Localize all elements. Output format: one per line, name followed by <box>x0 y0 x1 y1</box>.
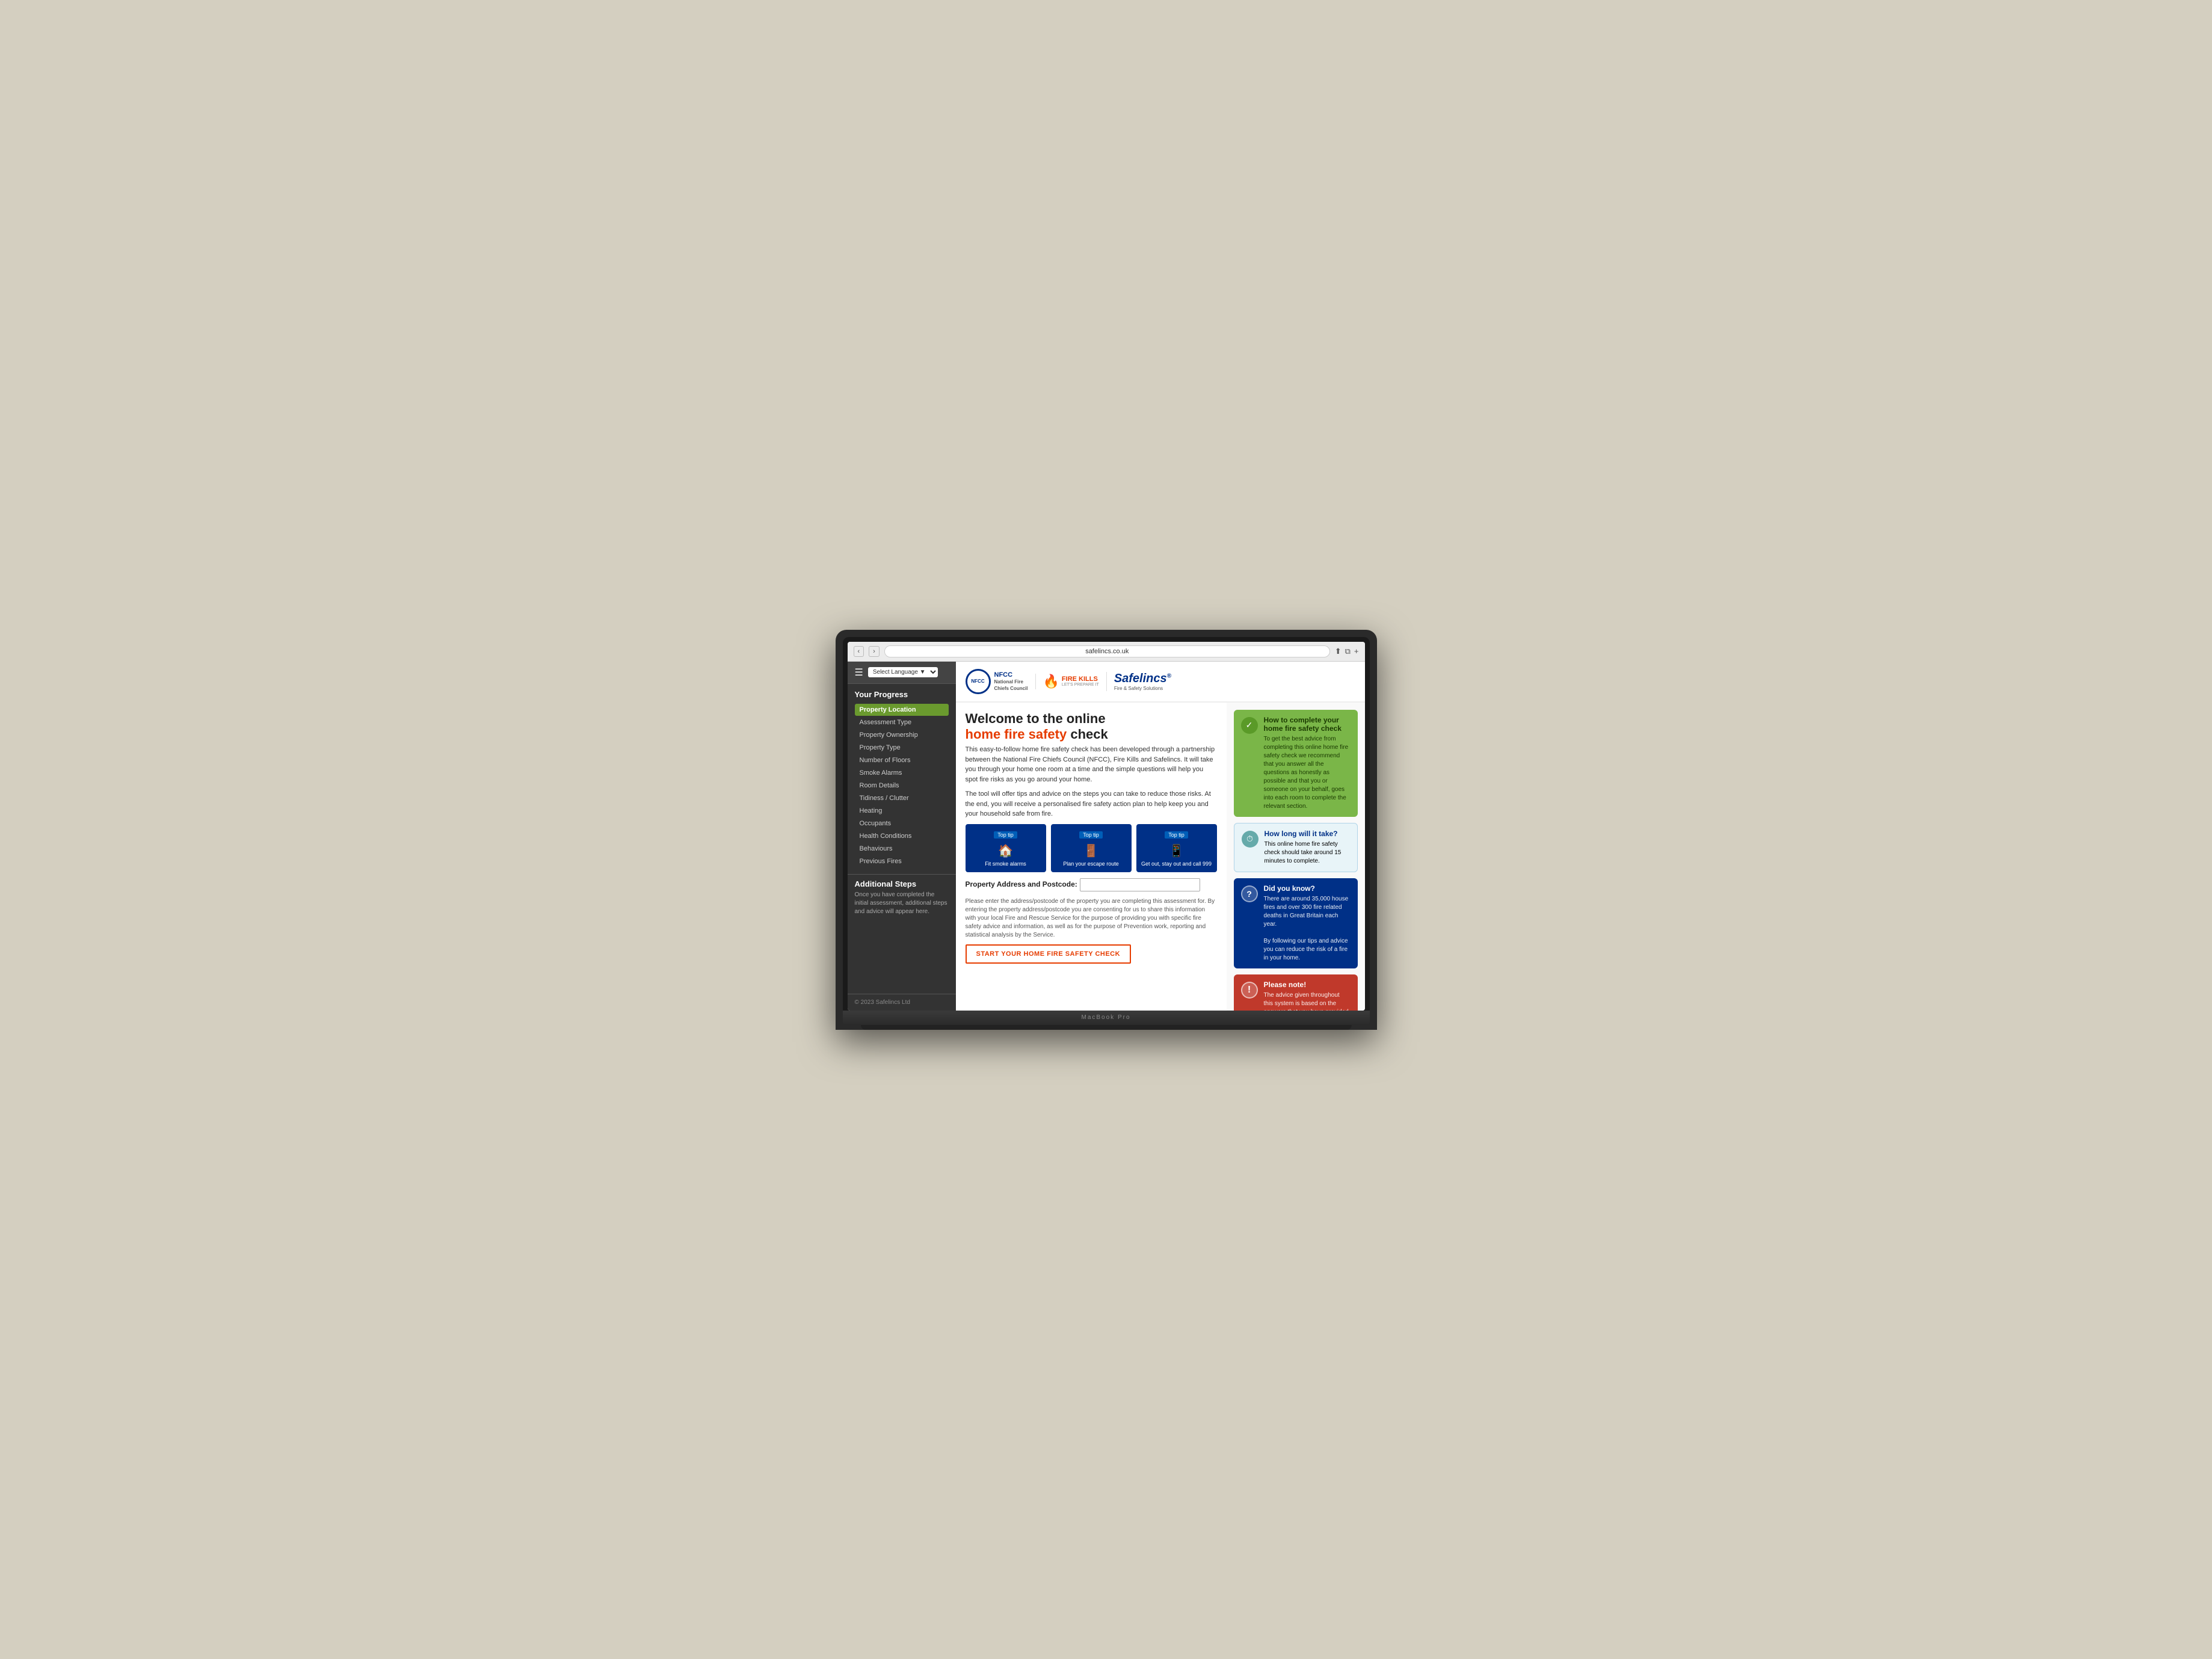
additional-steps-text: Once you have completed the initial asse… <box>848 891 956 921</box>
fire-kills-text: FIRE KILLS <box>1062 676 1099 683</box>
forward-button[interactable]: › <box>869 646 880 657</box>
sidebar: ☰ Select Language ▼ Your Progress Proper… <box>848 662 956 1011</box>
share-button[interactable]: ⬆ <box>1335 647 1342 656</box>
fire-icon: 🔥 <box>1043 674 1059 689</box>
safelincs-tagline: Fire & Safety Solutions <box>1114 686 1171 691</box>
welcome-red: home fire safety <box>966 727 1067 742</box>
site-wrapper: ☰ Select Language ▼ Your Progress Proper… <box>848 662 1365 1011</box>
tip-label-2: Top tip <box>1079 831 1103 839</box>
progress-section: Your Progress Property Location Assessme… <box>848 684 956 872</box>
sidebar-item-health-conditions[interactable]: Health Conditions <box>855 830 949 842</box>
browser-chrome: ‹ › safelincs.co.uk ⬆ ⧉ + <box>848 642 1365 662</box>
nfcc-circle: NFCC <box>966 669 991 694</box>
info-card-complete-text: To get the best advice from completing t… <box>1264 735 1351 811</box>
tip-card-smoke: Top tip 🏠 Fit smoke alarms <box>966 824 1046 873</box>
start-button[interactable]: START YOUR HOME FIRE SAFETY CHECK <box>966 944 1132 964</box>
info-card-time-body: How long will it take? This online home … <box>1265 830 1350 866</box>
nfcc-logo: NFCC NFCC National Fire Chiefs Council <box>966 669 1028 694</box>
laptop-shell: ‹ › safelincs.co.uk ⬆ ⧉ + ☰ Select Langu… <box>836 630 1377 1030</box>
tabs-button[interactable]: ⧉ <box>1345 647 1351 656</box>
tips-row: Top tip 🏠 Fit smoke alarms Top tip 🚪 Pla… <box>966 824 1217 873</box>
fire-kills-sub: LET'S PREPARE IT <box>1062 683 1099 687</box>
content-main: Welcome to the online home fire safety c… <box>956 703 1227 1011</box>
info-card-complete-body: How to complete your home fire safety ch… <box>1264 716 1351 811</box>
sidebar-item-behaviours[interactable]: Behaviours <box>855 843 949 855</box>
macbook-label: MacBook Pro <box>1081 1014 1130 1021</box>
sidebar-item-property-type[interactable]: Property Type <box>855 742 949 754</box>
sidebar-item-room-details[interactable]: Room Details <box>855 780 949 792</box>
address-desc: Please enter the address/postcode of the… <box>966 897 1217 940</box>
content-area: Welcome to the online home fire safety c… <box>956 703 1365 1011</box>
hamburger-icon[interactable]: ☰ <box>855 666 863 679</box>
intro-text-2: The tool will offer tips and advice on t… <box>966 789 1217 819</box>
sidebar-item-previous-fires[interactable]: Previous Fires <box>855 855 949 867</box>
sidebar-item-property-ownership[interactable]: Property Ownership <box>855 729 949 741</box>
info-cards-sidebar: ✓ How to complete your home fire safety … <box>1227 703 1365 1011</box>
fire-kills-logo: 🔥 FIRE KILLS LET'S PREPARE IT <box>1035 674 1099 689</box>
tip-icon-escape: 🚪 <box>1056 843 1127 858</box>
content-sidebar: ✓ How to complete your home fire safety … <box>1227 703 1365 1011</box>
info-card-note: ! Please note! The advice given througho… <box>1234 974 1358 1011</box>
clock-icon: ⏱ <box>1242 831 1258 848</box>
safelincs-logo: Safelincs® Fire & Safety Solutions <box>1106 672 1171 691</box>
info-card-time-text: This online home fire safety check shoul… <box>1265 840 1350 866</box>
sidebar-item-assessment-type[interactable]: Assessment Type <box>855 716 949 728</box>
sidebar-item-smoke-alarms[interactable]: Smoke Alarms <box>855 767 949 779</box>
exclamation-icon: ! <box>1241 982 1258 999</box>
tip-icon-999: 📱 <box>1141 843 1212 858</box>
info-card-note-body: Please note! The advice given throughout… <box>1264 980 1351 1011</box>
info-card-know-title: Did you know? <box>1264 884 1351 893</box>
nfcc-text: NFCC National Fire Chiefs Council <box>994 671 1028 692</box>
back-button[interactable]: ‹ <box>854 646 864 657</box>
laptop-base: MacBook Pro <box>843 1011 1370 1025</box>
tip-card-escape: Top tip 🚪 Plan your escape route <box>1051 824 1132 873</box>
info-card-know-text: There are around 35,000 house fires and … <box>1264 895 1351 962</box>
screen-bezel: ‹ › safelincs.co.uk ⬆ ⧉ + ☰ Select Langu… <box>843 637 1370 1011</box>
info-card-complete-title: How to complete your home fire safety ch… <box>1264 716 1351 733</box>
language-select[interactable]: Select Language ▼ <box>868 667 938 677</box>
tip-label-1: Top tip <box>994 831 1017 839</box>
sidebar-item-property-location[interactable]: Property Location <box>855 704 949 716</box>
tip-text-smoke: Fit smoke alarms <box>970 861 1041 868</box>
welcome-heading: Welcome to the online home fire safety c… <box>966 711 1217 743</box>
info-card-time: ⏱ How long will it take? This online hom… <box>1234 823 1358 872</box>
tip-icon-smoke: 🏠 <box>970 843 1041 858</box>
sidebar-footer: © 2023 Safelincs Ltd <box>848 994 956 1011</box>
site-header: NFCC NFCC National Fire Chiefs Council 🔥 <box>956 662 1365 703</box>
info-card-note-title: Please note! <box>1264 980 1351 989</box>
progress-title: Your Progress <box>855 690 949 699</box>
check-icon: ✓ <box>1241 717 1258 734</box>
url-bar[interactable]: safelincs.co.uk <box>884 645 1330 657</box>
intro-text-1: This easy-to-follow home fire safety che… <box>966 745 1217 784</box>
info-card-know: ? Did you know? There are around 35,000 … <box>1234 878 1358 968</box>
info-card-note-text: The advice given throughout this system … <box>1264 991 1351 1011</box>
sidebar-item-occupants[interactable]: Occupants <box>855 817 949 830</box>
sidebar-header: ☰ Select Language ▼ <box>848 662 956 684</box>
main-content: NFCC NFCC National Fire Chiefs Council 🔥 <box>956 662 1365 1011</box>
address-label: Property Address and Postcode: <box>966 880 1077 888</box>
new-tab-button[interactable]: + <box>1354 647 1359 656</box>
sidebar-item-tidiness-clutter[interactable]: Tidiness / Clutter <box>855 792 949 804</box>
tip-label-3: Top tip <box>1165 831 1188 839</box>
sidebar-item-number-of-floors[interactable]: Number of Floors <box>855 754 949 766</box>
tip-text-escape: Plan your escape route <box>1056 861 1127 868</box>
laptop-foot <box>861 1025 1352 1030</box>
tip-card-999: Top tip 📱 Get out, stay out and call 999 <box>1136 824 1217 873</box>
info-card-time-title: How long will it take? <box>1265 830 1350 838</box>
tip-text-999: Get out, stay out and call 999 <box>1141 861 1212 868</box>
info-card-know-body: Did you know? There are around 35,000 ho… <box>1264 884 1351 962</box>
laptop-screen: ‹ › safelincs.co.uk ⬆ ⧉ + ☰ Select Langu… <box>848 642 1365 1011</box>
additional-steps-title: Additional Steps <box>848 874 956 891</box>
welcome-black: check <box>1067 727 1108 742</box>
address-section: Property Address and Postcode: <box>966 878 1217 891</box>
safelincs-wordmark: Safelincs® <box>1114 672 1171 686</box>
sidebar-item-heating[interactable]: Heating <box>855 805 949 817</box>
info-card-complete: ✓ How to complete your home fire safety … <box>1234 710 1358 817</box>
question-icon: ? <box>1241 885 1258 902</box>
address-input[interactable] <box>1080 878 1200 891</box>
